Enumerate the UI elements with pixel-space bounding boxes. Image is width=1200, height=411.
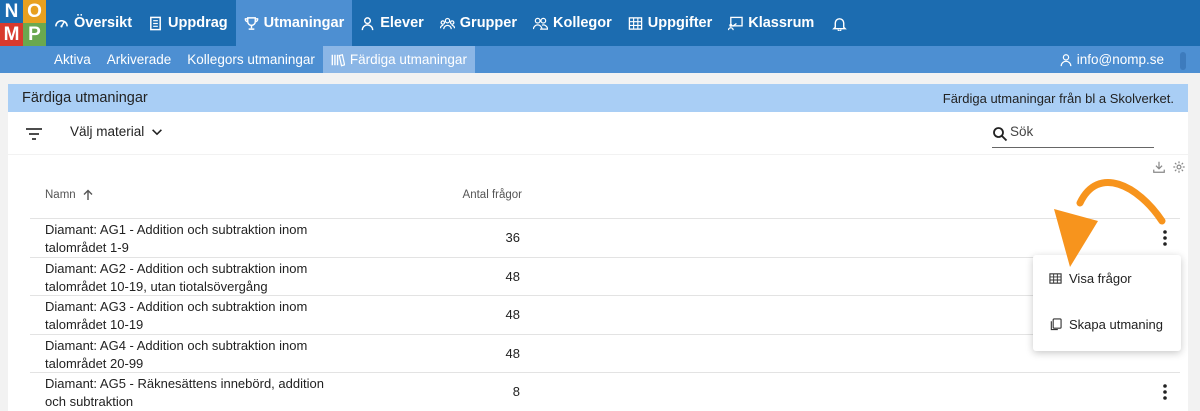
more-options-icon[interactable] — [1158, 382, 1172, 402]
subnav-item-aktiva[interactable]: Aktiva — [46, 46, 99, 73]
document-icon — [150, 16, 161, 30]
search-input[interactable] — [1010, 124, 1150, 139]
row-count: 48 — [505, 345, 520, 361]
challenges-table: Namn Antal frågor Diamant: AG1 - Additio… — [8, 155, 1188, 411]
chevron-down-icon — [152, 128, 163, 135]
sub-navigation-bar: Aktiva Arkiverade Kollegors utmaningar F… — [0, 46, 1200, 73]
nav-item-label: Uppgifter — [647, 15, 713, 31]
group-icon — [439, 17, 455, 29]
nav-item-label: Elever — [380, 15, 424, 31]
nav-item-label: Grupper — [459, 15, 517, 31]
nomp-logo[interactable]: N O M P — [0, 0, 46, 46]
copy-icon — [1050, 318, 1062, 331]
menu-item-skapa-utmaning[interactable]: Skapa utmaning — [1049, 317, 1163, 332]
subnav-item-label: Kollegors utmaningar — [187, 52, 315, 67]
main-nav: Översikt Uppdrag Utmaningar Elever Grupp… — [46, 0, 857, 46]
menu-item-label: Visa frågor — [1069, 271, 1132, 286]
material-select[interactable]: Välj material — [70, 124, 164, 139]
table-icon — [1049, 273, 1062, 284]
nav-item-uppgifter[interactable]: Uppgifter — [620, 0, 720, 46]
row-name: Diamant: AG3 - Addition och subtraktion … — [45, 299, 308, 333]
logo-letter-o: O — [23, 0, 46, 23]
nav-item-label: Översikt — [74, 15, 133, 31]
user-icon — [1060, 53, 1072, 66]
nav-item-label: Utmaningar — [263, 15, 345, 31]
nav-item-label: Klassrum — [748, 15, 815, 31]
column-header-count[interactable]: Antal frågor — [392, 189, 522, 201]
logo-letter-p: P — [23, 23, 46, 46]
row-count: 48 — [505, 307, 520, 323]
row-name: Diamant: AG5 - Räknesättens innebörd, ad… — [45, 376, 324, 410]
scrollbar-thumb[interactable] — [1180, 52, 1186, 70]
nav-item-utmaningar[interactable]: Utmaningar — [235, 0, 353, 46]
filter-icon[interactable] — [24, 124, 44, 144]
menu-item-visa-fragor[interactable]: Visa frågor — [1049, 271, 1132, 286]
subnav-item-arkiverade[interactable]: Arkiverade — [99, 46, 180, 73]
row-name: Diamant: AG4 - Addition och subtraktion … — [45, 337, 308, 371]
row-context-menu: Visa frågor Skapa utmaning — [1033, 255, 1181, 351]
column-header-label: Namn — [45, 189, 76, 201]
person-icon — [361, 16, 374, 30]
nav-item-grupper[interactable]: Grupper — [432, 0, 525, 46]
dashboard-icon — [55, 19, 68, 27]
bell-icon — [832, 17, 848, 31]
nav-item-label: Uppdrag — [168, 15, 228, 31]
table-row[interactable]: Diamant: AG4 - Addition och subtraktion … — [30, 333, 1180, 373]
subnav-item-kollegors-utmaningar[interactable]: Kollegors utmaningar — [179, 46, 323, 73]
nav-item-uppdrag[interactable]: Uppdrag — [140, 0, 236, 46]
grid-icon — [628, 16, 643, 30]
row-count: 8 — [512, 384, 520, 400]
trophy-icon — [244, 16, 258, 30]
notifications-button[interactable] — [822, 0, 857, 46]
gear-icon[interactable] — [1172, 160, 1186, 174]
search-icon — [993, 127, 1008, 142]
nav-item-label: Kollegor — [552, 15, 612, 31]
table-row[interactable]: Diamant: AG2 - Addition och subtraktion … — [30, 256, 1180, 296]
subnav-item-label: Aktiva — [54, 52, 91, 67]
sort-arrow-up-icon — [83, 189, 93, 200]
row-name: Diamant: AG2 - Addition och subtraktion … — [45, 260, 308, 294]
table-tools — [1152, 160, 1186, 174]
table-toolbar: Välj material — [8, 112, 1188, 154]
page-description: Färdiga utmaningar från bl a Skolverket. — [942, 90, 1174, 106]
nav-item-elever[interactable]: Elever — [352, 0, 432, 46]
logo-letter-m: M — [0, 23, 23, 46]
menu-item-label: Skapa utmaning — [1069, 317, 1163, 332]
row-count: 36 — [505, 230, 520, 245]
column-header-name[interactable]: Namn — [45, 189, 94, 201]
classroom-icon — [728, 16, 743, 30]
table-row[interactable]: Diamant: AG3 - Addition och subtraktion … — [30, 295, 1180, 334]
table-row[interactable]: Diamant: AG5 - Räknesättens innebörd, ad… — [30, 372, 1180, 411]
logo-letter-n: N — [0, 0, 23, 23]
material-select-label: Välj material — [70, 124, 145, 139]
row-count: 48 — [505, 268, 520, 284]
table-body: Diamant: AG1 - Addition och subtraktion … — [30, 218, 1180, 411]
account-menu[interactable]: info@nomp.se — [1059, 46, 1164, 73]
nav-item-oversikt[interactable]: Översikt — [46, 0, 140, 46]
page-title: Färdiga utmaningar — [22, 90, 148, 106]
page-header: Färdiga utmaningar Färdiga utmaningar fr… — [8, 84, 1188, 112]
download-icon[interactable] — [1152, 160, 1166, 174]
more-options-icon[interactable] — [1158, 228, 1172, 248]
subnav-item-fardiga-utmaningar[interactable]: Färdiga utmaningar — [322, 46, 475, 73]
library-icon — [331, 53, 345, 66]
subnav-item-label: Färdiga utmaningar — [349, 52, 467, 67]
top-navigation-bar: N O M P Översikt Uppdrag Utmaningar Elev… — [0, 0, 1200, 46]
subnav-item-label: Arkiverade — [106, 52, 172, 67]
row-name: Diamant: AG1 - Addition och subtraktion … — [45, 222, 308, 255]
search-field — [992, 124, 1154, 148]
table-row[interactable]: Diamant: AG1 - Addition och subtraktion … — [30, 218, 1180, 257]
nav-item-kollegor[interactable]: Kollegor — [525, 0, 620, 46]
account-email: info@nomp.se — [1076, 52, 1164, 67]
nav-item-klassrum[interactable]: Klassrum — [720, 0, 822, 46]
colleagues-icon — [532, 17, 548, 30]
sub-nav: Aktiva Arkiverade Kollegors utmaningar F… — [46, 46, 475, 73]
